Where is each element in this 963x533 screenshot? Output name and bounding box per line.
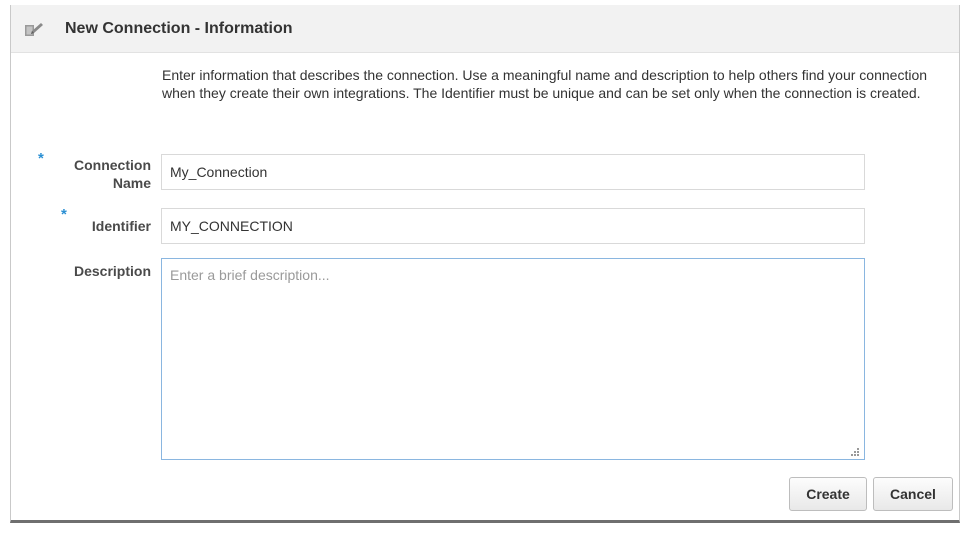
connection-name-input[interactable] [161,154,865,190]
cancel-button[interactable]: Cancel [873,477,953,511]
dialog-title: New Connection - Information [65,20,293,37]
new-connection-dialog: New Connection - Information Enter infor… [10,5,960,523]
instructions-text: Enter information that describes the con… [162,67,928,101]
connection-name-label: Connection Name [74,157,151,191]
resize-grip-icon[interactable] [850,444,860,456]
description-label: Description [73,263,151,279]
identifier-label: Identifier [91,218,151,234]
create-button[interactable]: Create [789,477,867,511]
dialog-header: New Connection - Information [11,5,959,53]
edit-pencil-icon [25,22,45,38]
description-textarea[interactable] [161,258,865,460]
identifier-input[interactable] [161,208,865,244]
